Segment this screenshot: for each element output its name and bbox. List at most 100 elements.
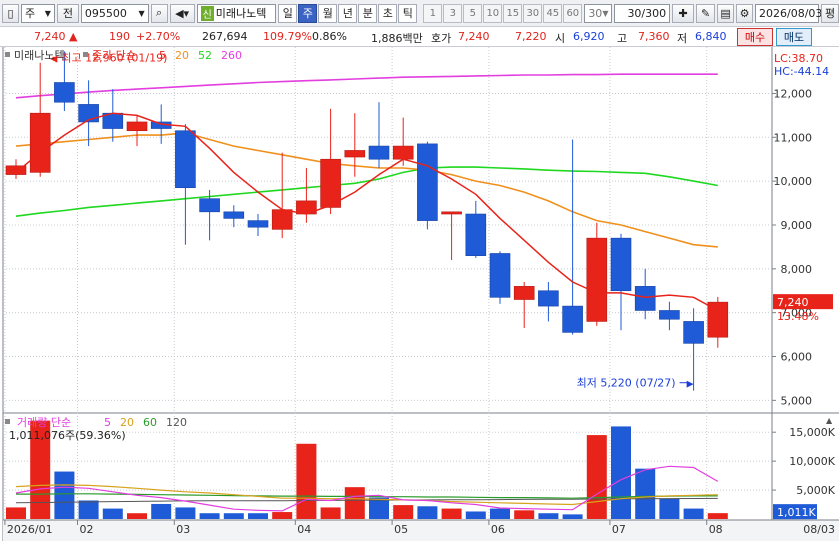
interval-button-15[interactable]: 15 [503, 3, 523, 23]
volume-bar [514, 510, 535, 519]
low-marker-arrowhead: ▶ [687, 380, 694, 390]
quote-bar: 7,240 ▲ 190 +2.70% 267,694 109.79% 0.86%… [0, 27, 839, 47]
layout-icon[interactable]: ▯ [2, 3, 19, 23]
candle-body [392, 145, 414, 160]
tab-period-0[interactable]: 일 [278, 3, 298, 23]
volume-bar [223, 513, 244, 519]
sell-button[interactable]: 매도 [776, 28, 812, 46]
print-icon[interactable]: ▤ [717, 3, 735, 23]
tab-period-5[interactable]: 초 [378, 3, 398, 23]
price-volume-chart[interactable]: 5,0006,0007,0008,0009,00010,00011,00012,… [0, 47, 839, 541]
volume-legend-period: 60 [143, 416, 157, 429]
count-select[interactable]: 30 ▼ [584, 3, 613, 23]
scroll-up-icon: ▲ [826, 416, 833, 425]
volume-legend-label: 거래량 단순 [17, 416, 71, 429]
tab-period-2[interactable]: 월 [318, 3, 338, 23]
count-value: 30 [588, 6, 603, 20]
quote-open: 6,920 [573, 30, 605, 43]
prev-button[interactable]: 전 [56, 3, 79, 23]
lc-label: LC:38.70 [774, 52, 823, 65]
legend-box-icon [5, 419, 10, 424]
code-value: 095500 [84, 6, 127, 20]
legend-period: 260 [221, 49, 242, 62]
quote-volume: 267,694 [202, 30, 248, 43]
date-tick-label: 02 [80, 523, 94, 536]
buy-button[interactable]: 매수 [737, 28, 773, 46]
candle-body [489, 253, 511, 298]
volume-legend-period: 20 [120, 416, 134, 429]
gear-icon[interactable]: ⚙ [736, 3, 754, 23]
quote-high: 7,360 [638, 30, 670, 43]
interval-button-45[interactable]: 45 [543, 3, 563, 23]
date-mode-button[interactable]: 평 [821, 3, 839, 23]
date-tick-label: 05 [394, 523, 408, 536]
volume-bar [441, 508, 462, 519]
last-volume-label: 1,011K [777, 506, 816, 519]
volume-bar [151, 503, 172, 519]
range-input[interactable]: 30/300 [614, 3, 671, 23]
quote-volume-ratio: 109.79% [263, 30, 312, 43]
legend-box-icon [5, 52, 10, 57]
candle-body [247, 220, 269, 228]
speaker-icon[interactable]: ◀▾ [169, 3, 195, 23]
volume-bar [102, 508, 123, 519]
hc-label: HC:-44.14 [774, 65, 829, 78]
volume-bar [369, 497, 389, 519]
interval-button-3[interactable]: 3 [443, 3, 463, 23]
quote-price: 7,240 [34, 30, 66, 43]
tab-period-4[interactable]: 분 [358, 3, 378, 23]
date-tick-label: 04 [297, 523, 311, 536]
tab-period-1[interactable]: 주 [298, 3, 318, 23]
candle-body [54, 82, 75, 103]
candle-body [417, 143, 438, 221]
interval-button-5[interactable]: 5 [463, 3, 483, 23]
date-input[interactable]: 2026/08/03 [755, 3, 822, 23]
volume-legend-period: 5 [104, 416, 111, 429]
up-triangle-icon: ▲ [69, 30, 78, 43]
volume-bar [707, 513, 728, 519]
date-tick-label: 08 [709, 523, 723, 536]
candle-body [199, 198, 220, 213]
candle-body [29, 112, 51, 173]
volume-header-value: 1,011,076주(59.36%) [9, 429, 126, 442]
quote-bidask-label: 호가 [431, 32, 452, 45]
volume-bar [635, 468, 656, 519]
volume-bar [417, 506, 438, 519]
date-end-label: 08/03 [803, 523, 835, 536]
stock-name: 미래나노텍 [215, 7, 267, 20]
code-input[interactable]: 095500 ▼ [80, 3, 149, 23]
tab-period-6[interactable]: 틱 [398, 3, 418, 23]
candle-body [683, 321, 704, 344]
price-tick-label: 12,000 [774, 87, 813, 100]
search-icon[interactable]: ⌕ [150, 3, 168, 23]
candle-body [223, 211, 245, 219]
interval-button-60[interactable]: 60 [563, 3, 583, 23]
candle-body [441, 211, 462, 215]
chevron-down-icon: ▼ [602, 8, 609, 18]
legend-period: 5 [159, 49, 166, 62]
volume-bar [175, 507, 196, 519]
mode-select[interactable]: 주 ▼ [21, 3, 55, 23]
interval-button-10[interactable]: 10 [483, 3, 503, 23]
last-price-label: 7,240 [777, 296, 809, 309]
candle-body [271, 209, 293, 230]
price-tick-label: 8,000 [781, 263, 813, 276]
draw-tool-icon[interactable]: ✎ [696, 3, 716, 23]
volume-bar [490, 508, 510, 519]
price-tick-label: 11,000 [774, 131, 813, 144]
crosshair-icon[interactable]: ✚ [672, 3, 695, 23]
chevron-down-icon: ▼ [44, 8, 51, 18]
interval-button-1[interactable]: 1 [423, 3, 443, 23]
candle-body [634, 286, 656, 311]
candle-body [610, 237, 632, 292]
legend-box-icon [83, 52, 88, 57]
volume-bar [127, 513, 147, 519]
mode-value: 주 [25, 7, 36, 20]
candle-body [659, 310, 680, 320]
volume-bar [272, 512, 293, 519]
chart-area[interactable]: 5,000 6,000 7,000 8,000 9,000 10,000 11,000 12,… [0, 47, 839, 541]
interval-buttons: 1 3 5 10 15 30 45 60 [423, 3, 583, 23]
interval-button-30[interactable]: 30 [523, 3, 543, 23]
quote-change-pct: +2.70% [136, 30, 181, 43]
tab-period-3[interactable]: 년 [338, 3, 358, 23]
